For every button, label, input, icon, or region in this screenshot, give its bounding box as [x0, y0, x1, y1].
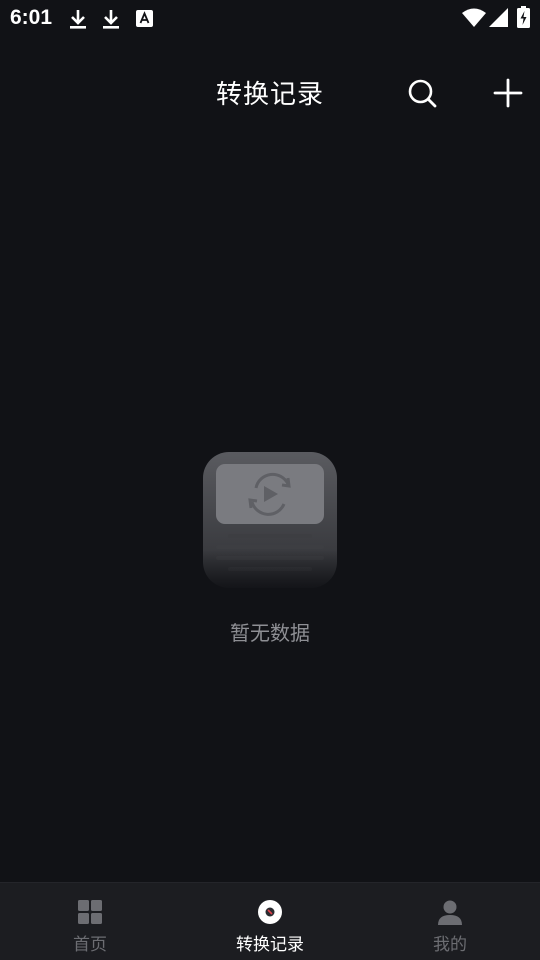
tab-profile[interactable]: 我的	[360, 883, 540, 960]
plus-icon	[493, 78, 523, 108]
empty-state-illustration	[198, 452, 342, 592]
bottom-nav: 首页 转换记录 我的	[0, 882, 540, 960]
tab-home-label: 首页	[73, 935, 107, 955]
tab-records-label: 转换记录	[236, 935, 304, 955]
empty-state-message: 暂无数据	[230, 621, 310, 645]
search-button[interactable]	[405, 76, 439, 110]
battery-icon	[517, 6, 530, 28]
wifi-icon	[462, 8, 486, 27]
record-icon	[258, 900, 282, 924]
tab-profile-label: 我的	[433, 935, 467, 955]
text-a-icon	[136, 10, 153, 27]
grid-icon	[78, 900, 102, 924]
status-bar: 6:01	[0, 0, 540, 36]
tab-records[interactable]: 转换记录	[180, 883, 360, 960]
user-icon	[438, 900, 462, 925]
download-icon	[103, 10, 119, 29]
status-time: 6:01	[10, 6, 53, 29]
tab-home[interactable]: 首页	[0, 883, 180, 960]
search-icon	[408, 79, 437, 108]
signal-icon	[489, 8, 508, 27]
download-icon	[70, 10, 86, 29]
page-title: 转换记录	[215, 80, 324, 110]
screen: 6:01 转换记录 暂无数据 首页 转换记录 我的	[0, 0, 540, 960]
add-button[interactable]	[491, 76, 525, 110]
